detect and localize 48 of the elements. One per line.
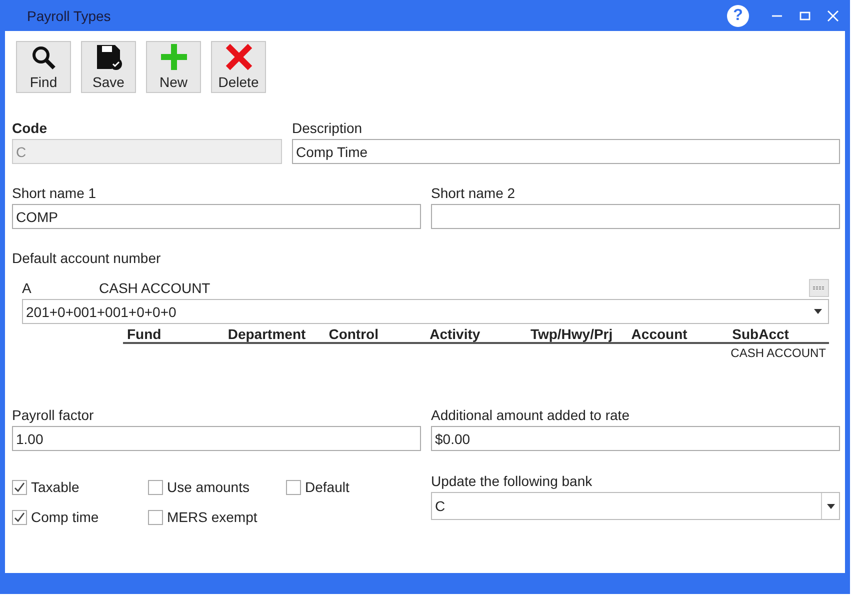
close-icon	[224, 43, 252, 71]
checkbox[interactable]: Comp time	[12, 509, 148, 525]
amount-field[interactable]: $0.00	[431, 426, 840, 451]
help-button[interactable]: ?	[727, 4, 749, 26]
checkbox[interactable]: Taxable	[12, 479, 148, 495]
column-header: Department	[226, 326, 307, 342]
column-header: Account	[630, 326, 688, 342]
description-field[interactable]: Comp Time	[292, 139, 840, 164]
delete-button[interactable]: Delete	[211, 41, 266, 93]
plus-icon	[160, 43, 188, 71]
account-dropdown[interactable]: 201+0+001+001+0+0+0	[22, 299, 829, 324]
payroll-factor-field[interactable]: 1.00	[12, 426, 421, 451]
new-button[interactable]: New	[146, 41, 201, 93]
field-label: Short name 2	[431, 185, 516, 201]
column-header: Twp/Hwy/Prj	[529, 326, 614, 342]
account-name: CASH ACCOUNT	[99, 280, 212, 296]
short-name-field[interactable]	[431, 204, 840, 229]
check-icon	[14, 512, 25, 522]
save-button[interactable]: Save	[81, 41, 136, 93]
lookup-button[interactable]	[809, 279, 829, 297]
field-label: Payroll factor	[12, 407, 95, 423]
column-header: Activity	[428, 326, 482, 342]
checkbox[interactable]: Use amounts	[148, 479, 286, 495]
column-header: Fund	[126, 326, 162, 342]
checkbox[interactable]: MERS exempt	[148, 509, 286, 525]
short-name-field[interactable]: COMP	[12, 204, 421, 229]
find-button[interactable]: Find	[16, 41, 71, 93]
field-label: Default account number	[12, 250, 161, 266]
field-label: Description	[292, 120, 364, 136]
field-label: Additional amount added to rate	[431, 407, 630, 423]
field-label: Short name 1	[12, 185, 98, 201]
bank-dropdown[interactable]: C	[431, 492, 840, 520]
field-label: Update the following bank	[431, 473, 594, 489]
caret-icon	[814, 309, 822, 314]
maximize-icon[interactable]	[799, 10, 811, 22]
caret-icon	[826, 504, 834, 508]
search-icon	[30, 45, 56, 71]
dash-icon	[813, 286, 825, 290]
subaccount-name: CASH ACCOUNT	[730, 346, 826, 360]
check-icon	[14, 482, 25, 492]
column-header: SubAcct	[731, 326, 790, 342]
field-label: Code	[12, 120, 48, 136]
account-code: A	[22, 280, 32, 296]
save-icon	[94, 43, 122, 71]
close-icon[interactable]	[827, 10, 839, 22]
checkbox[interactable]: Default	[286, 479, 421, 495]
window-title: Payroll Types	[27, 8, 112, 24]
column-header: Control	[328, 326, 380, 342]
